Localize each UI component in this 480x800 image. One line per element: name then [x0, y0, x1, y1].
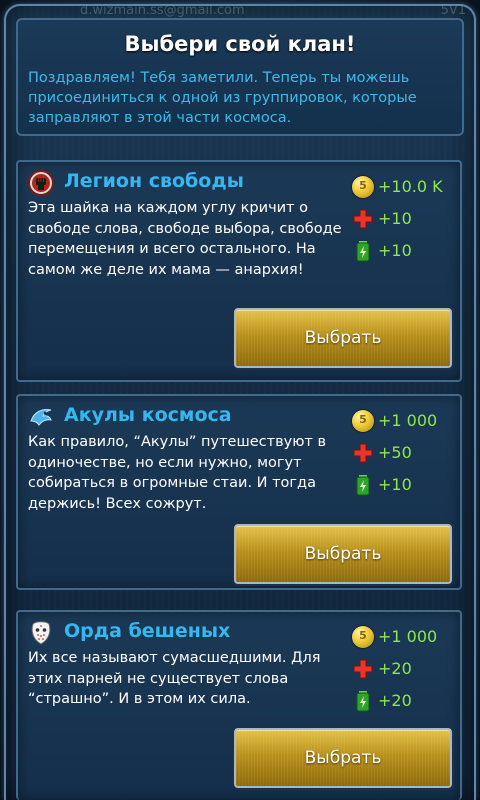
energy-value: +10: [378, 475, 412, 494]
energy-value: +10: [378, 241, 412, 260]
clan-card-horde: Орда бешеных Их все называют сумасшедшим…: [16, 610, 462, 800]
energy-value: +20: [378, 691, 412, 710]
select-button[interactable]: Выбрать: [234, 728, 452, 788]
red-cross-icon: [352, 208, 374, 230]
coins-value: +1 000: [378, 627, 438, 646]
clan-name: Орда бешеных: [64, 620, 231, 642]
green-battery-icon: [352, 240, 374, 262]
page-title: Выбери свой клан!: [124, 32, 356, 56]
coin-icon: 5: [352, 176, 374, 198]
coins-value: +10.0 K: [378, 177, 443, 196]
account-email: d.wizmain.ss@gmail.com: [80, 3, 245, 18]
health-value: +20: [378, 659, 412, 678]
clan-name: Легион свободы: [64, 170, 244, 192]
select-button[interactable]: Выбрать: [234, 524, 452, 584]
clan-description: Как правило, “Акулы” путешествуют в один…: [28, 434, 327, 512]
clan-description: Эта шайка на каждом углу кричит о свобод…: [28, 200, 342, 278]
status-indicator: 5V1: [440, 3, 466, 18]
shark-emblem-icon: [28, 404, 54, 430]
red-cross-icon: [352, 442, 374, 464]
intro-text: Поздравляем! Тебя заметили. Теперь ты мо…: [28, 70, 417, 126]
fist-emblem-icon: [28, 170, 54, 196]
red-cross-icon: [352, 658, 374, 680]
coins-value: +1 000: [378, 411, 438, 430]
green-battery-icon: [352, 474, 374, 496]
green-battery-icon: [352, 690, 374, 712]
coin-icon: 5: [352, 410, 374, 432]
coin-icon: 5: [352, 626, 374, 648]
clan-card-sharks: Акулы космоса Как правило, “Акулы” путеш…: [16, 394, 462, 590]
clan-name: Акулы космоса: [64, 404, 232, 426]
clan-description: Их все называют сумасшедшими. Для этих п…: [28, 650, 321, 707]
health-value: +10: [378, 209, 412, 228]
health-value: +50: [378, 443, 412, 462]
clan-card-legion: Легион свободы Эта шайка на каждом углу …: [16, 160, 462, 382]
select-button[interactable]: Выбрать: [234, 308, 452, 368]
header-panel: Выбери свой клан! Поздравляем! Тебя заме…: [16, 18, 464, 136]
hockey-mask-icon: [28, 620, 54, 646]
